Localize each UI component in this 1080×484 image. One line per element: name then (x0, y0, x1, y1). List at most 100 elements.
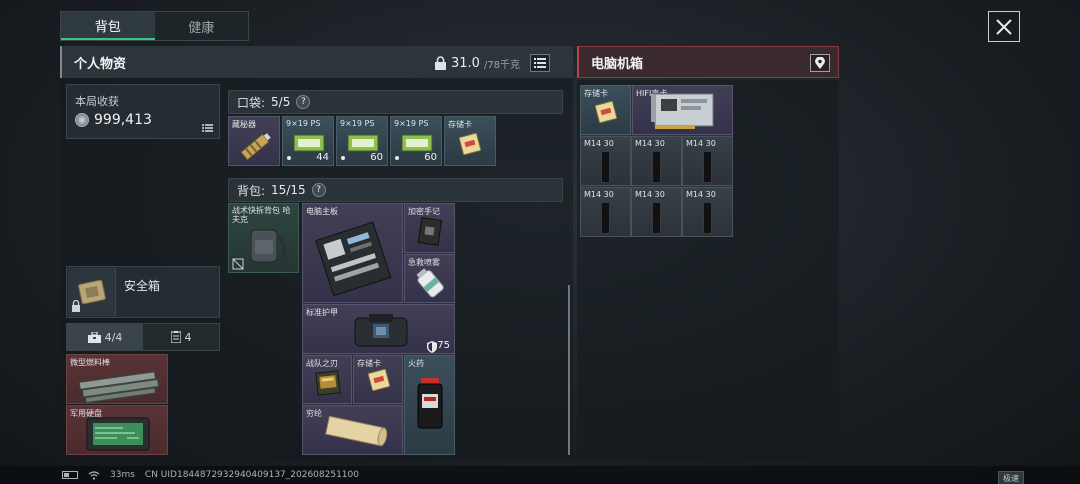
item-label: M14 30 (635, 190, 665, 199)
unequip-icon (232, 258, 244, 270)
status-bar: 33ms CN UID1844872932940409137_202608251… (0, 466, 1080, 484)
wifi-icon (88, 470, 100, 480)
pc-item-ram-6[interactable]: M14 30 (682, 187, 733, 237)
weight-indicator: 31.0 /78千克 (434, 54, 551, 72)
memory-card-icon (459, 133, 481, 155)
backpack-header: 背包: 15/15 ? (228, 178, 563, 202)
item-label: 电脑主板 (306, 207, 338, 216)
network-mode-button[interactable]: 极速 (998, 471, 1024, 484)
pc-item-ram-4[interactable]: M14 30 (580, 187, 631, 237)
lock-icon (435, 56, 446, 70)
pocket-help-button[interactable]: ? (296, 95, 311, 109)
tab-clipboard[interactable]: 4 (143, 324, 219, 350)
safe-item-military-drive[interactable]: 军用硬盘 (66, 405, 168, 455)
ram-stick-icon (601, 202, 610, 234)
ammo-dot (341, 156, 345, 160)
gunpowder-can-icon (417, 378, 443, 429)
pc-item-hifi-card[interactable]: HIFI声卡 (632, 85, 733, 135)
item-label: 火药 (408, 359, 424, 368)
backpack-help-button[interactable]: ? (311, 183, 326, 197)
pocket-item-1[interactable]: 藏秘器 (228, 116, 280, 166)
pocket-item-4[interactable]: 9×19 PS 60 (390, 116, 442, 166)
pc-item-ram-2[interactable]: M14 30 (631, 136, 682, 186)
tab-health[interactable]: 健康 (155, 12, 249, 40)
clipboard-icon (170, 331, 181, 343)
item-count: 44 (316, 152, 329, 163)
tab-backpack[interactable]: 背包 (61, 12, 155, 40)
backpack-item-gunpowder[interactable]: 火药 (404, 355, 455, 455)
safe-box-slot[interactable] (68, 268, 116, 316)
uid: CN UID1844872932940409137_202608251100 (144, 470, 359, 480)
sound-card-icon (651, 93, 714, 129)
tab-toolbox[interactable]: 4/4 (67, 324, 143, 350)
safe-sub-tabs: 4/4 4 (66, 323, 220, 351)
motherboard-icon (315, 221, 392, 297)
item-label: 标准护甲 (306, 308, 338, 317)
ram-stick-icon (703, 202, 712, 234)
close-icon (996, 18, 1012, 35)
pc-item-memory-card[interactable]: 存储卡 (580, 85, 631, 135)
pc-item-ram-3[interactable]: M14 30 (682, 136, 733, 186)
fabric-roll-icon (325, 415, 388, 447)
toolbox-icon (87, 331, 101, 343)
ammo-dot (395, 156, 399, 160)
item-label: 战队之刃 (306, 359, 338, 368)
location-pin-icon (815, 57, 825, 69)
backpack-item-memory-card[interactable]: 存储卡 (353, 355, 403, 404)
backpack-item-first-aid-spray[interactable]: 急救喷雾 (404, 254, 455, 303)
backpack-icon (250, 229, 286, 263)
pocket-header: 口袋: 5/5 ? (228, 90, 563, 114)
safe-box-label: 安全箱 (124, 279, 161, 293)
locate-button[interactable] (810, 54, 830, 72)
item-label: 存储卡 (448, 120, 472, 129)
memory-card-icon (595, 101, 617, 123)
pocket-item-5[interactable]: 存储卡 (444, 116, 496, 166)
equipped-backpack-slot[interactable]: 战术快拆背包 哈夫克 (228, 203, 299, 273)
pc-item-ram-1[interactable]: M14 30 (580, 136, 631, 186)
pc-case-header: 电脑机箱 (577, 46, 839, 78)
item-count: 60 (424, 152, 437, 163)
ammo-dot (287, 156, 291, 160)
safe-item-fuel-rod[interactable]: 微型燃料棒 (66, 354, 168, 404)
backpack-item-encrypted-notes[interactable]: 加密手记 (404, 203, 455, 253)
pocket-count: 5/5 (271, 95, 291, 109)
toolbox-count: 4/4 (104, 330, 123, 344)
backpack-item-standard-armor[interactable]: 标准护甲 75 (302, 304, 455, 354)
ram-stick-icon (652, 151, 661, 183)
pc-item-ram-5[interactable]: M14 30 (631, 187, 682, 237)
earnings-box[interactable]: 本局收获 999,413 (66, 84, 220, 139)
earnings-label: 本局收获 (75, 95, 119, 108)
close-button[interactable] (988, 11, 1020, 42)
item-label: 9×19 PS (394, 119, 429, 128)
spray-can-icon (416, 268, 444, 298)
item-label: 存储卡 (357, 359, 381, 368)
item-label: M14 30 (635, 139, 665, 148)
ram-stick-icon (703, 151, 712, 183)
item-label: 9×19 PS (340, 119, 375, 128)
battery-icon (62, 471, 78, 479)
ammo-box-icon (347, 134, 379, 152)
item-label: M14 30 (584, 190, 614, 199)
ammo-box-icon (293, 134, 325, 152)
notebook-icon (417, 217, 443, 246)
personal-list-button[interactable] (530, 54, 551, 72)
personal-scrollbar[interactable] (568, 285, 570, 455)
armor-vest-icon (354, 314, 408, 347)
fuel-rod-icon (78, 371, 160, 403)
backpack-item-motherboard[interactable]: 电脑主板 (302, 203, 403, 303)
backpack-count: 15/15 (271, 183, 306, 197)
backpack-item-fabric[interactable]: 穷纶 (302, 405, 403, 455)
memory-card-icon (368, 369, 390, 391)
personal-title: 个人物资 (74, 56, 127, 72)
backpack-item-team-blade[interactable]: 战队之刃 (302, 355, 352, 404)
item-label: M14 30 (584, 139, 614, 148)
ammo-box-icon (401, 134, 433, 152)
item-count: 60 (370, 152, 383, 163)
item-label: M14 30 (686, 139, 716, 148)
pocket-title: 口袋: (237, 95, 266, 110)
pocket-item-2[interactable]: 9×19 PS 44 (282, 116, 334, 166)
hard-drive-icon (86, 417, 150, 451)
backpack-title: 背包: (237, 183, 266, 198)
pocket-item-3[interactable]: 9×19 PS 60 (336, 116, 388, 166)
latency: 33ms (110, 470, 135, 480)
